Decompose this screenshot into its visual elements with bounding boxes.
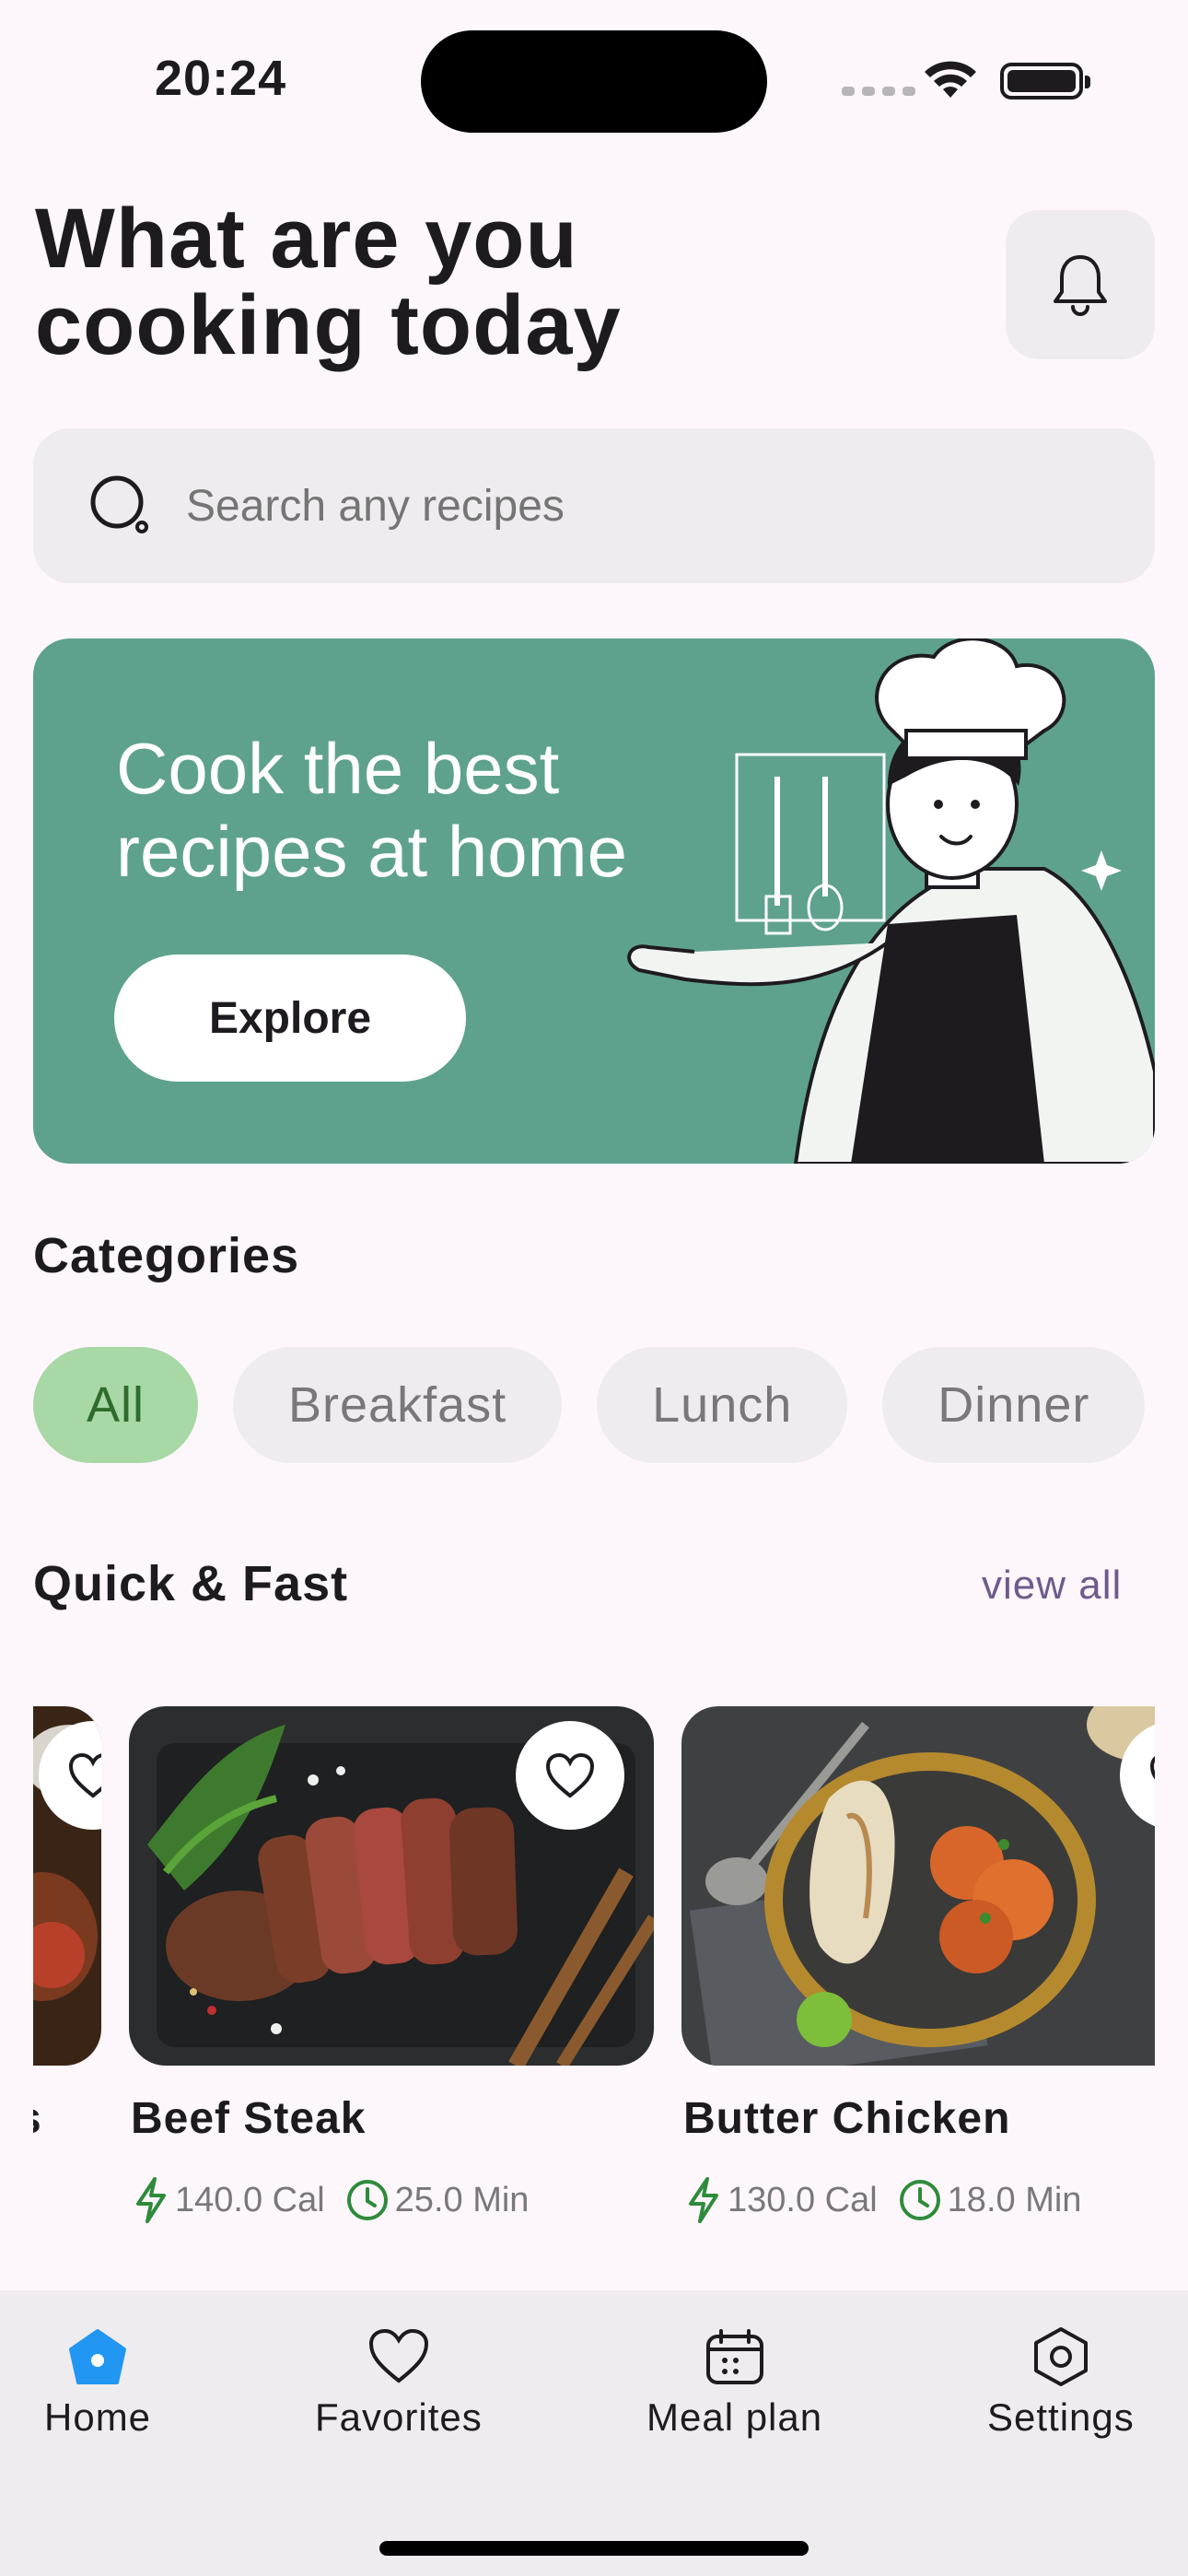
heart-icon bbox=[68, 1752, 101, 1798]
time-info: 25.0 Min bbox=[345, 2178, 530, 2222]
explore-button[interactable]: Explore bbox=[114, 954, 466, 1082]
recipe-name: s bbox=[33, 2093, 42, 2144]
bottom-navigation: Home Favorites Meal plan Settings bbox=[0, 2290, 1188, 2576]
promo-banner: Cook the best recipes at home Explore bbox=[33, 638, 1155, 1164]
recipe-image bbox=[33, 1706, 101, 2066]
heart-icon bbox=[368, 2328, 428, 2383]
recipe-card-butter-chicken[interactable]: Butter Chicken 130.0 Cal 18.0 Min bbox=[681, 1706, 1155, 2223]
search-icon bbox=[90, 475, 148, 533]
heart-icon bbox=[545, 1752, 595, 1798]
recipe-name-beef-steak: Beef Steak bbox=[131, 2094, 367, 2143]
recipe-meta-butter-chicken: 130.0 Cal 18.0 Min bbox=[685, 2176, 1101, 2224]
bell-icon bbox=[1054, 255, 1107, 316]
recipe-card-beef-steak[interactable]: Beef Steak 140.0 Cal 25.0 Min bbox=[129, 1706, 654, 2223]
lightning-icon bbox=[136, 2177, 166, 2223]
recipe-meta-beef-steak: 140.0 Cal 25.0 Min bbox=[133, 2176, 549, 2224]
time-info: 18.0 Min bbox=[898, 2178, 1082, 2222]
category-chip-all[interactable]: All bbox=[33, 1347, 199, 1463]
nav-label-home: Home bbox=[44, 2395, 152, 2439]
lightning-icon bbox=[689, 2177, 718, 2223]
view-all-link[interactable]: view all bbox=[982, 1563, 1122, 1609]
nav-label-favorites: Favorites bbox=[315, 2395, 483, 2439]
wifi-icon bbox=[925, 61, 976, 98]
cellular-signal-icon bbox=[842, 87, 915, 96]
time-value: 25.0 Min bbox=[394, 2180, 530, 2219]
search-bar[interactable] bbox=[33, 428, 1155, 583]
nav-label-settings: Settings bbox=[987, 2395, 1135, 2439]
category-chip-lunch[interactable]: Lunch bbox=[597, 1347, 848, 1463]
home-indicator[interactable] bbox=[379, 2541, 809, 2556]
nav-item-favorites[interactable]: Favorites bbox=[315, 2327, 483, 2440]
recipe-image-butter-chicken bbox=[681, 1706, 1155, 2066]
chef-illustration bbox=[627, 638, 1155, 1164]
nav-item-home[interactable]: Home bbox=[44, 2327, 151, 2440]
heart-icon bbox=[1149, 1756, 1155, 1780]
recipe-card-partial[interactable]: s bbox=[33, 1706, 101, 2143]
quick-recipes-carousel[interactable]: s Beef Steak bbox=[33, 1706, 1155, 2241]
status-bar: 20:24 bbox=[0, 0, 1188, 147]
search-input[interactable] bbox=[186, 480, 1015, 532]
category-chip-breakfast[interactable]: Breakfast bbox=[233, 1347, 563, 1463]
nav-label-meal-plan: Meal plan bbox=[646, 2395, 823, 2439]
quick-fast-title: Quick & Fast bbox=[33, 1556, 349, 1611]
calendar-icon bbox=[705, 2329, 763, 2384]
battery-icon bbox=[1000, 63, 1090, 100]
nav-item-settings[interactable]: Settings bbox=[987, 2327, 1135, 2440]
category-chips: All Breakfast Lunch Dinner bbox=[33, 1347, 1155, 1463]
recipe-name-butter-chicken: Butter Chicken bbox=[683, 2094, 1011, 2143]
calories-info: 130.0 Cal bbox=[685, 2176, 878, 2224]
calories-info: 140.0 Cal bbox=[133, 2176, 325, 2224]
calories-value: 140.0 Cal bbox=[175, 2180, 325, 2219]
calories-value: 130.0 Cal bbox=[728, 2180, 878, 2219]
home-icon bbox=[69, 2329, 127, 2384]
settings-icon bbox=[1033, 2327, 1088, 2386]
status-time: 20:24 bbox=[155, 51, 287, 106]
dynamic-island bbox=[421, 30, 767, 133]
notifications-button[interactable] bbox=[1006, 210, 1155, 359]
time-value: 18.0 Min bbox=[947, 2180, 1082, 2219]
favorite-button-beef-steak[interactable] bbox=[516, 1721, 624, 1830]
clock-icon bbox=[346, 2180, 388, 2220]
category-chip-dinner[interactable]: Dinner bbox=[882, 1347, 1146, 1463]
nav-item-meal-plan[interactable]: Meal plan bbox=[646, 2327, 822, 2440]
categories-title: Categories bbox=[33, 1228, 300, 1283]
recipe-image-beef-steak bbox=[129, 1706, 654, 2066]
page-title: What are you cooking today bbox=[35, 192, 622, 372]
clock-icon bbox=[899, 2180, 940, 2220]
